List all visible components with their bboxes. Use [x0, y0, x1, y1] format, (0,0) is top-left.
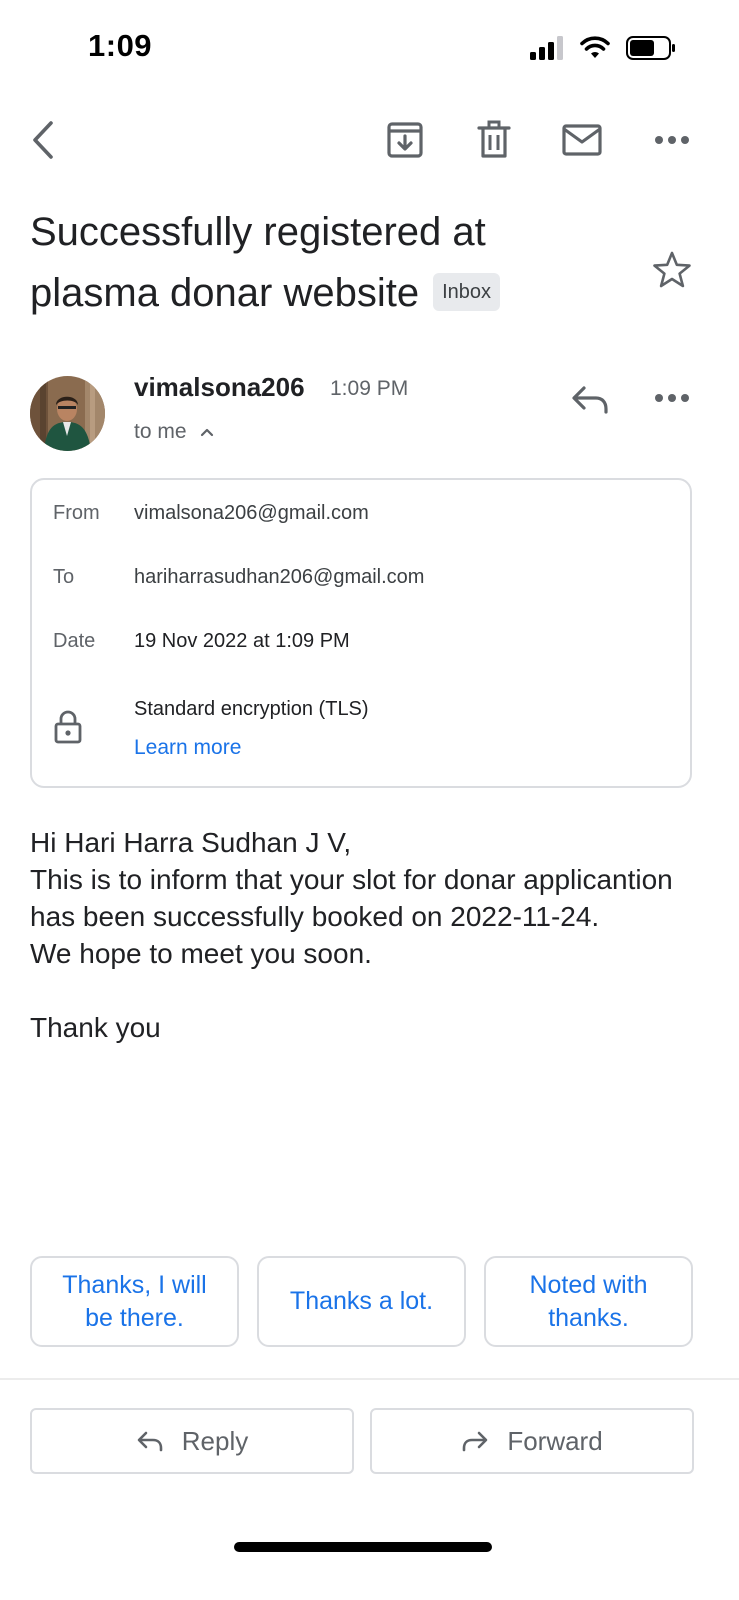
body-line: Hi Hari Harra Sudhan J V, [30, 827, 352, 858]
from-label: From [53, 502, 100, 524]
delete-button[interactable] [472, 118, 516, 162]
status-time: 1:09 [88, 28, 153, 63]
reply-button[interactable] [568, 376, 614, 422]
more-icon [655, 136, 689, 144]
inbox-label-badge[interactable]: Inbox [433, 273, 501, 312]
star-button[interactable] [650, 248, 694, 292]
battery-icon [626, 36, 675, 60]
back-button[interactable] [22, 118, 66, 162]
date-value: 19 Nov 2022 at 1:09 PM [134, 630, 350, 652]
cellular-signal-icon [530, 36, 563, 60]
forward-action-button[interactable]: Forward [370, 1408, 694, 1474]
smart-reply-chip[interactable]: Thanks a lot. [257, 1256, 466, 1347]
reply-icon [137, 1431, 163, 1452]
to-value[interactable]: hariharrasudhan206@gmail.com [134, 566, 424, 589]
smart-reply-text: Thanks a lot. [289, 1287, 434, 1315]
subject-text: Successfully registered at plasma donar … [30, 210, 486, 315]
smart-reply-chip[interactable]: Noted with thanks. [484, 1256, 693, 1347]
home-indicator[interactable] [234, 1542, 492, 1552]
body-line [30, 972, 690, 1009]
recipient-summary: to me [134, 420, 187, 443]
sender-name[interactable]: vimalsona206 [134, 372, 305, 403]
archive-button[interactable] [383, 118, 427, 162]
message-more-button[interactable] [650, 376, 694, 420]
date-label: Date [53, 630, 96, 652]
recipient-toggle[interactable]: to me [134, 420, 214, 444]
smart-reply-chip[interactable]: Thanks, I will be there. [30, 1256, 239, 1347]
encryption-text: Standard encryption (TLS) [134, 698, 369, 720]
smart-reply-text: Noted with thanks. [529, 1270, 648, 1332]
divider [0, 1378, 739, 1380]
body-line: We hope to meet you soon. [30, 938, 372, 969]
email-body: Hi Hari Harra Sudhan J V, This is to inf… [30, 824, 690, 1046]
star-icon [653, 251, 691, 288]
trash-icon [477, 120, 511, 158]
reply-icon [572, 386, 608, 414]
mark-unread-button[interactable] [560, 118, 604, 162]
toolbar-more-button[interactable] [650, 118, 694, 162]
wifi-icon [580, 36, 610, 58]
sent-time: 1:09 PM [330, 377, 409, 400]
email-subject: Successfully registered at plasma donar … [30, 202, 590, 324]
lock-icon [54, 710, 82, 744]
more-icon [655, 394, 689, 402]
forward-icon [463, 1431, 488, 1452]
forward-label: Forward [507, 1425, 603, 1456]
body-line: This is to inform that your slot for don… [30, 864, 673, 932]
to-label: To [53, 566, 75, 588]
reply-action-button[interactable]: Reply [30, 1408, 354, 1474]
back-icon [33, 121, 53, 159]
sender-avatar[interactable] [30, 376, 105, 451]
body-line: Thank you [30, 1012, 161, 1043]
from-value[interactable]: vimalsona206@gmail.com [134, 502, 369, 525]
chevron-up-icon [201, 429, 214, 437]
archive-icon [387, 122, 423, 158]
smart-reply-text: Thanks, I will be there. [62, 1270, 207, 1332]
mail-icon [562, 124, 602, 156]
learn-more-link[interactable]: Learn more [134, 736, 241, 760]
reply-label: Reply [181, 1425, 249, 1456]
avatar-photo [30, 376, 105, 451]
